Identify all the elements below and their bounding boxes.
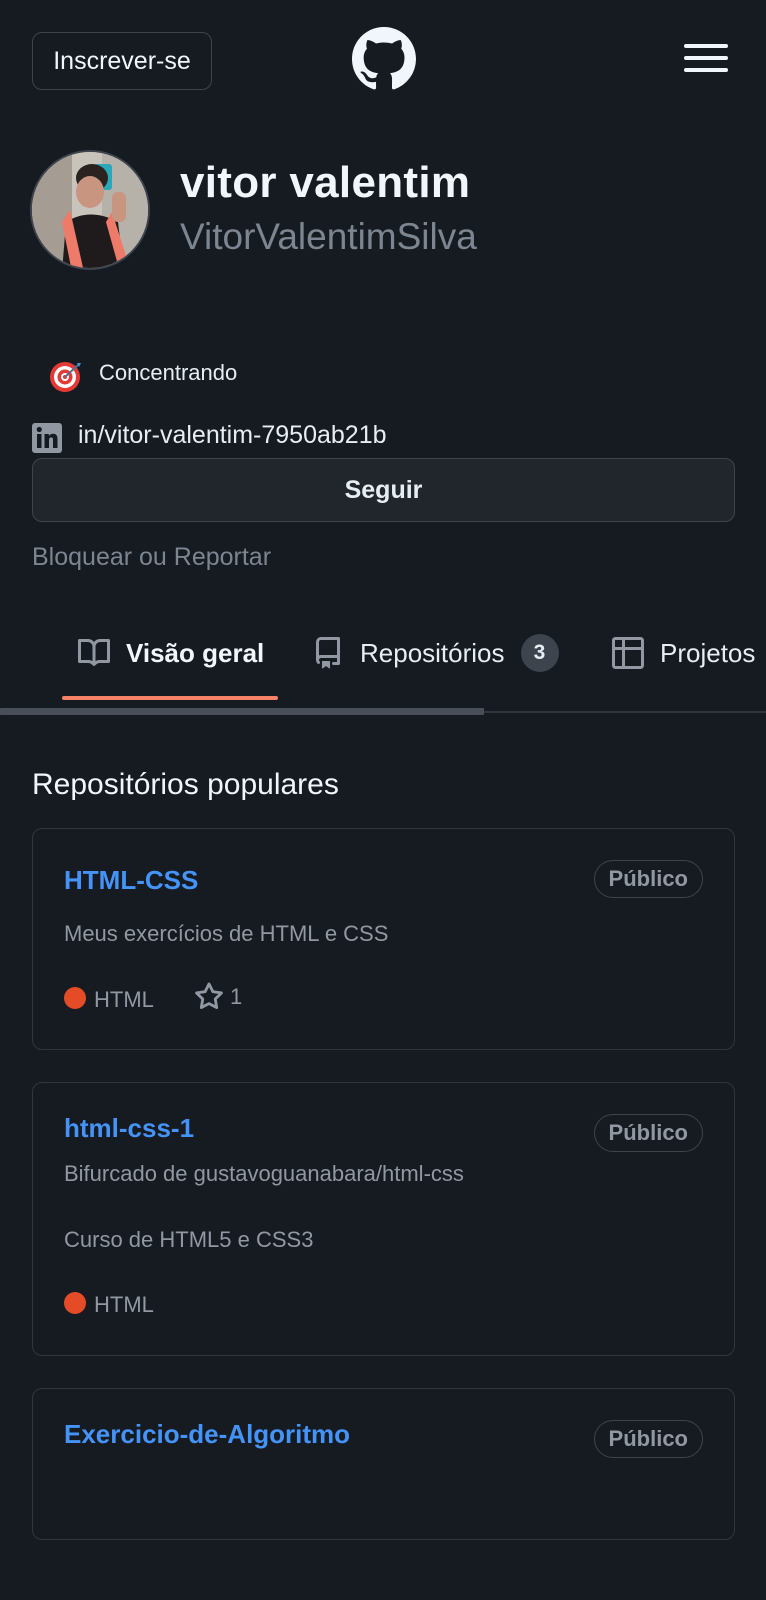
book-icon [78, 638, 110, 666]
tab-repositories-label: Repositórios [360, 637, 505, 668]
repo-name-link[interactable]: HTML-CSS [64, 865, 198, 896]
visibility-badge: Público [593, 1420, 703, 1458]
table-icon [612, 637, 644, 669]
stars-count: 1 [230, 984, 243, 1009]
repo-description: Meus exercícios de HTML e CSS [64, 921, 389, 946]
linkedin-link[interactable]: in/vitor-valentim-7950ab21b [78, 421, 387, 450]
tab-overview[interactable]: Visão geral [78, 630, 264, 676]
username: VitorValentimSilva [180, 216, 477, 257]
repo-name-link[interactable]: html-css-1 [64, 1113, 194, 1144]
tab-scrollbar[interactable] [0, 708, 484, 715]
language-color-dot [64, 987, 86, 1009]
follow-button[interactable]: Seguir [32, 458, 735, 522]
repo-card: HTML-CSS Público Meus exercícios de HTML… [32, 828, 735, 1050]
repo-icon [316, 637, 340, 669]
linkedin-icon [32, 423, 62, 453]
signup-button[interactable]: Inscrever-se [32, 32, 212, 90]
block-or-report-link[interactable]: Bloquear ou Reportar [32, 543, 271, 572]
tab-projects[interactable]: Projetos [612, 630, 755, 676]
forked-from-text[interactable]: Bifurcado de gustavoguanabara/html-css [64, 1161, 464, 1187]
tab-repositories[interactable]: Repositórios 3 [312, 630, 559, 676]
repo-name-link[interactable]: Exercicio-de-Algoritmo [64, 1419, 350, 1450]
hamburger-menu-icon[interactable] [684, 40, 728, 76]
avatar[interactable] [30, 150, 150, 270]
repo-language: HTML [94, 1292, 154, 1317]
section-title: Repositórios populares [32, 768, 339, 801]
star-icon [195, 982, 223, 1010]
display-name: vitor valentim [180, 158, 471, 207]
status-text: Concentrando [99, 360, 238, 385]
visibility-badge: Público [593, 860, 703, 898]
active-tab-indicator [62, 696, 278, 700]
tab-overview-label: Visão geral [126, 637, 265, 668]
direct-hit-emoji-icon [48, 360, 82, 394]
repo-card: Exercicio-de-Algoritmo Público [32, 1388, 735, 1540]
tab-projects-label: Projetos [660, 637, 756, 668]
github-logo-icon[interactable] [352, 27, 416, 91]
repo-language: HTML [94, 987, 154, 1012]
stars-link[interactable]: 1 [194, 982, 242, 1012]
visibility-badge: Público [593, 1114, 703, 1152]
language-color-dot [64, 1292, 86, 1314]
repo-card: html-css-1 Público Bifurcado de gustavog… [32, 1082, 735, 1356]
repositories-count-badge: 3 [520, 634, 559, 672]
repo-description: Curso de HTML5 e CSS3 [64, 1227, 314, 1252]
